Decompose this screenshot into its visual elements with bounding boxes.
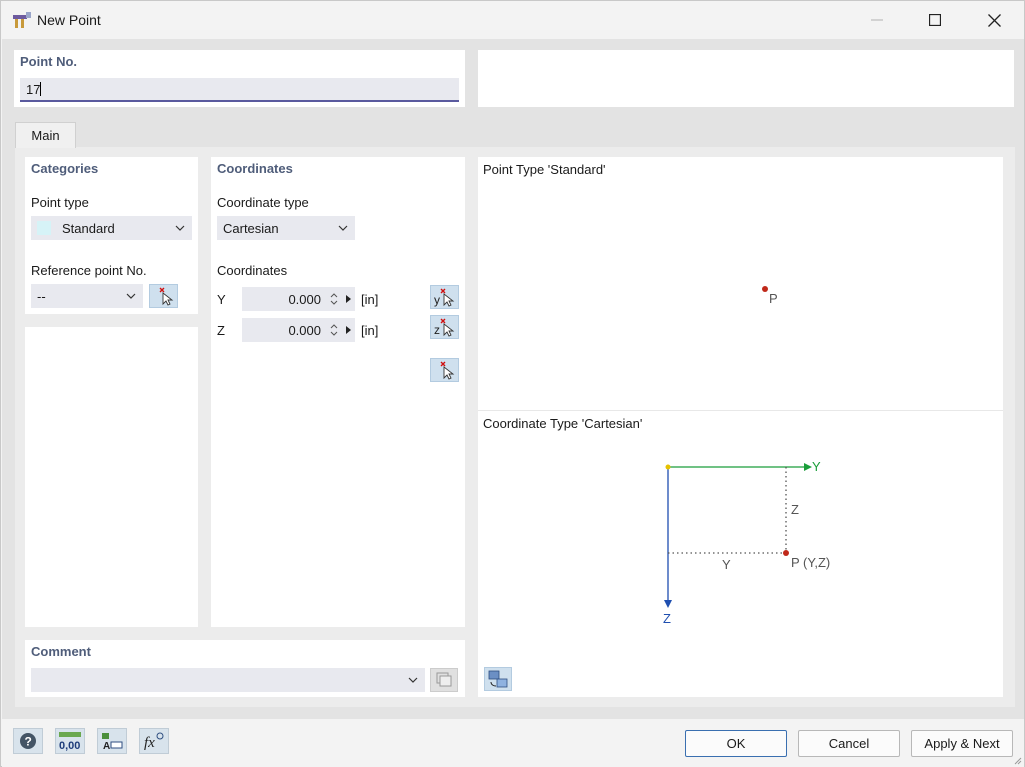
point-type-swatch [37, 221, 51, 235]
coordinate-type-dropdown[interactable]: Cartesian [217, 216, 355, 240]
y-spinner-icon[interactable] [330, 292, 338, 306]
categories-panel: Categories Point type Standard Reference… [25, 157, 198, 314]
decimal-units-icon: 0,00 [59, 732, 81, 752]
z-unit-label: [in] [361, 323, 379, 338]
z-axis-label: Z [217, 323, 225, 338]
coordinates-label: Coordinates [217, 263, 288, 278]
point-no-panel: Point No. 17 [14, 50, 465, 107]
y-expand-arrow-icon[interactable] [344, 292, 352, 306]
point-type-dropdown[interactable]: Standard [31, 216, 192, 240]
preview-divider [478, 410, 1003, 411]
point-type-preview-title: Point Type 'Standard' [483, 162, 606, 177]
comment-panel: Comment [25, 640, 465, 697]
z-axis-caption: Z [663, 611, 671, 626]
view-options-icon [488, 670, 508, 688]
reference-point-dropdown[interactable]: -- [31, 284, 143, 308]
coordinate-type-preview-title: Coordinate Type 'Cartesian' [483, 416, 643, 431]
svg-text:z: z [434, 323, 440, 337]
svg-text:y: y [434, 293, 440, 307]
copy-icon [436, 672, 452, 687]
svg-text:A: A [103, 741, 110, 752]
apply-next-button[interactable]: Apply & Next [911, 730, 1013, 757]
resize-grip-icon[interactable] [1012, 755, 1022, 765]
dialog-window: New Point Point No. 17 Main Categories P… [0, 0, 1025, 767]
point-type-value: Standard [62, 220, 115, 236]
tab-main-label: Main [31, 128, 60, 143]
coordinates-panel: Coordinates Coordinate type Cartesian Co… [211, 157, 465, 627]
preview-options-button[interactable] [484, 667, 512, 691]
maximize-icon [929, 14, 941, 26]
formula-icon: fx [144, 732, 164, 751]
z-dimension-caption: Z [791, 502, 799, 517]
y-axis-arrow-icon [804, 463, 812, 471]
y-dimension-caption: Y [722, 557, 731, 572]
point-no-input[interactable]: 17 [20, 78, 459, 102]
units-button[interactable]: 0,00 [55, 728, 85, 754]
svg-text:fx: fx [144, 735, 155, 751]
z-spinner-icon[interactable] [330, 323, 338, 337]
chevron-down-icon [408, 677, 418, 683]
pick-point-button[interactable] [430, 358, 459, 382]
pick-reference-point-button[interactable] [149, 284, 178, 308]
comment-label: Comment [31, 644, 91, 659]
reference-point-label: Reference point No. [31, 263, 147, 278]
y-axis-label: Y [217, 292, 226, 307]
cancel-button[interactable]: Cancel [798, 730, 900, 757]
z-axis-arrow-icon [664, 600, 672, 608]
ok-button[interactable]: OK [685, 730, 787, 757]
coordinate-type-value: Cartesian [223, 220, 279, 236]
origin-marker [665, 464, 671, 470]
display-settings-button[interactable]: A [97, 728, 127, 754]
tab-main[interactable]: Main [15, 122, 76, 148]
app-icon [13, 12, 31, 28]
pick-z-icon: z [434, 318, 455, 337]
z-coordinate-value: 0.000 [288, 322, 321, 338]
comment-dropdown[interactable] [31, 668, 425, 692]
chevron-down-icon [175, 225, 185, 231]
cartesian-diagram [664, 463, 812, 608]
minimize-button[interactable] [854, 1, 900, 39]
formula-button[interactable]: fx [139, 728, 169, 754]
point-marker [762, 286, 768, 292]
point-preview-label: P [769, 291, 778, 306]
svg-text:0,00: 0,00 [59, 740, 80, 752]
help-button[interactable]: ? [13, 728, 43, 754]
pick-cursor-icon [159, 287, 174, 306]
comment-library-button[interactable] [430, 668, 458, 692]
chevron-down-icon [126, 293, 136, 299]
y-unit-label: [in] [361, 292, 379, 307]
pick-y-icon: y [434, 288, 455, 307]
minimize-icon [871, 19, 883, 21]
categories-extra-panel [25, 327, 198, 627]
y-coordinate-input[interactable]: 0.000 [242, 287, 355, 311]
pick-y-coordinate-button[interactable]: y [430, 285, 459, 309]
coordinates-heading: Coordinates [217, 161, 293, 176]
point-no-label: Point No. [20, 54, 78, 69]
categories-heading: Categories [31, 161, 99, 176]
pick-cursor-icon [440, 361, 455, 380]
svg-text:?: ? [25, 735, 32, 749]
reference-point-value: -- [37, 288, 46, 304]
help-icon: ? [20, 733, 36, 749]
coordinate-type-label: Coordinate type [217, 195, 309, 210]
title-bar: New Point [1, 1, 1024, 39]
z-expand-arrow-icon[interactable] [344, 323, 352, 337]
z-coordinate-input[interactable]: 0.000 [242, 318, 355, 342]
close-button[interactable] [971, 1, 1017, 39]
chevron-down-icon [338, 225, 348, 231]
description-panel [478, 50, 1014, 107]
point-coordinate-caption: P (Y,Z) [791, 555, 831, 570]
y-axis-caption: Y [812, 459, 821, 474]
point-marker [783, 550, 789, 556]
point-type-label: Point type [31, 195, 89, 210]
window-title: New Point [37, 12, 101, 28]
pick-z-coordinate-button[interactable]: z [430, 315, 459, 339]
close-icon [987, 13, 1001, 27]
preview-panel: Point Type 'Standard' P Coordinate Type … [478, 157, 1003, 697]
point-no-value: 17 [26, 81, 41, 97]
maximize-button[interactable] [912, 1, 958, 39]
y-coordinate-value: 0.000 [288, 291, 321, 307]
display-settings-icon: A [102, 733, 123, 752]
